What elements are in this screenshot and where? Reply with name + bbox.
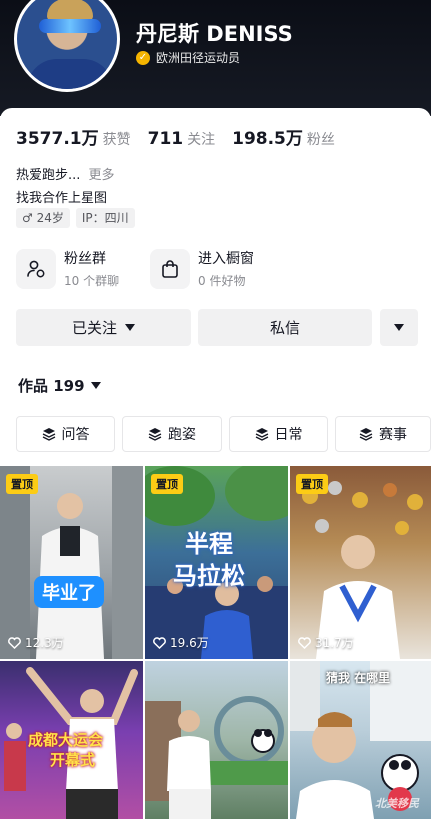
profile-card: 3577.1万 获赞 711 关注 198.5万 粉丝 热爱跑步... 更多 找… — [0, 108, 431, 819]
gender-age-tag: ♂ 24岁 — [16, 208, 70, 228]
verified-badge-icon: ✓ — [136, 50, 150, 65]
video-thumbnail[interactable] — [145, 661, 288, 819]
followers-count[interactable]: 198.5万 — [232, 124, 303, 149]
pinned-badge: 置顶 — [296, 474, 328, 494]
fan-group-title: 粉丝群 — [64, 251, 106, 267]
following-button[interactable]: 已关注 — [16, 309, 191, 346]
collection-label: 赛事 — [379, 427, 407, 443]
layers-icon — [255, 428, 268, 441]
sunglasses — [39, 19, 101, 33]
chevron-down-icon — [90, 382, 101, 389]
video-thumbnail[interactable]: 成都大运会 开幕式 — [0, 661, 143, 819]
bio-text: 热爱跑步... — [16, 168, 81, 183]
video-caption-line1: 成都大运会 — [28, 731, 104, 749]
showcase-subtitle: 0 件好物 — [198, 274, 246, 288]
video-thumbnail[interactable]: 猜我 在哪里 北美移民 — [290, 661, 431, 819]
message-label: 私信 — [269, 319, 300, 337]
ip-location-tag: IP：四川 — [75, 208, 135, 228]
pinned-badge: 置顶 — [151, 474, 183, 494]
bio-cooperation: 找我合作上星图 — [16, 191, 108, 206]
likes-label: 获赞 — [102, 132, 131, 148]
works-tab[interactable]: 作品 199 — [18, 375, 101, 396]
heart-icon — [8, 636, 21, 649]
layers-icon — [148, 428, 162, 441]
collection-label: 问答 — [61, 427, 90, 443]
video-likes: 12.3万 — [8, 634, 64, 651]
video-caption: 毕业了 — [34, 576, 104, 608]
fan-group-icon — [16, 248, 56, 289]
collection-chip-races[interactable]: 赛事 — [335, 416, 431, 452]
verification-text: 欧洲田径运动员 — [156, 51, 241, 65]
heart-icon — [298, 636, 311, 649]
works-label: 作品 199 — [18, 377, 85, 395]
collection-chip-daily[interactable]: 日常 — [229, 416, 328, 452]
shopping-bag-icon — [150, 248, 190, 289]
watermark: 北美移民 — [375, 797, 419, 810]
fan-group-entry[interactable]: 粉丝群 10 个群聊 — [16, 248, 119, 289]
likes-count: 3577.1万 — [16, 129, 99, 149]
heart-icon — [153, 636, 166, 649]
followers-label[interactable]: 粉丝 — [307, 129, 335, 149]
verification-row: ✓ 欧洲田径运动员 — [136, 49, 240, 66]
collection-label: 跑姿 — [168, 427, 196, 443]
profile-name: 丹尼斯 DENISS — [136, 22, 293, 46]
showcase-title: 进入橱窗 — [198, 251, 254, 267]
collection-chip-running-form[interactable]: 跑姿 — [122, 416, 222, 452]
video-caption-line1: 半程 — [185, 530, 233, 558]
following-count[interactable]: 711 — [148, 129, 184, 149]
collection-label: 日常 — [274, 427, 303, 443]
avatar[interactable] — [14, 0, 120, 92]
chevron-down-icon — [394, 324, 404, 331]
video-likes: 31.7万 — [298, 634, 354, 651]
bio-more-link[interactable]: 更多 — [89, 168, 115, 183]
video-thumbnail[interactable]: 置顶 半程 马拉松 19.6万 — [145, 466, 288, 659]
layers-icon — [42, 428, 55, 441]
video-caption: 猜我 在哪里 — [326, 671, 391, 685]
following-label[interactable]: 关注 — [187, 129, 215, 149]
layers-icon — [359, 428, 373, 441]
video-caption-line2: 开幕式 — [50, 751, 96, 769]
fan-group-subtitle: 10 个群聊 — [64, 274, 120, 288]
profile-header: 丹尼斯 DENISS ✓ 欧洲田径运动员 — [0, 0, 431, 116]
chevron-down-icon — [125, 324, 135, 331]
bio-line: 热爱跑步... 更多 — [16, 164, 115, 183]
following-label-text: 已关注 — [71, 319, 117, 337]
stats-row: 3577.1万 获赞 711 关注 198.5万 粉丝 — [16, 124, 352, 149]
more-options-button[interactable] — [380, 309, 418, 346]
showcase-entry[interactable]: 进入橱窗 0 件好物 — [150, 248, 254, 289]
collection-chip-qa[interactable]: 问答 — [16, 416, 115, 452]
pinned-badge: 置顶 — [6, 474, 38, 494]
message-button[interactable]: 私信 — [198, 309, 372, 346]
video-likes: 19.6万 — [153, 634, 209, 651]
profile-tags: ♂ 24岁 IP：四川 — [16, 208, 135, 228]
video-thumbnail[interactable]: 置顶 31.7万 — [290, 466, 431, 659]
video-caption-line2: 马拉松 — [173, 562, 245, 590]
video-thumbnail[interactable]: 置顶 毕业了 12.3万 — [0, 466, 143, 659]
